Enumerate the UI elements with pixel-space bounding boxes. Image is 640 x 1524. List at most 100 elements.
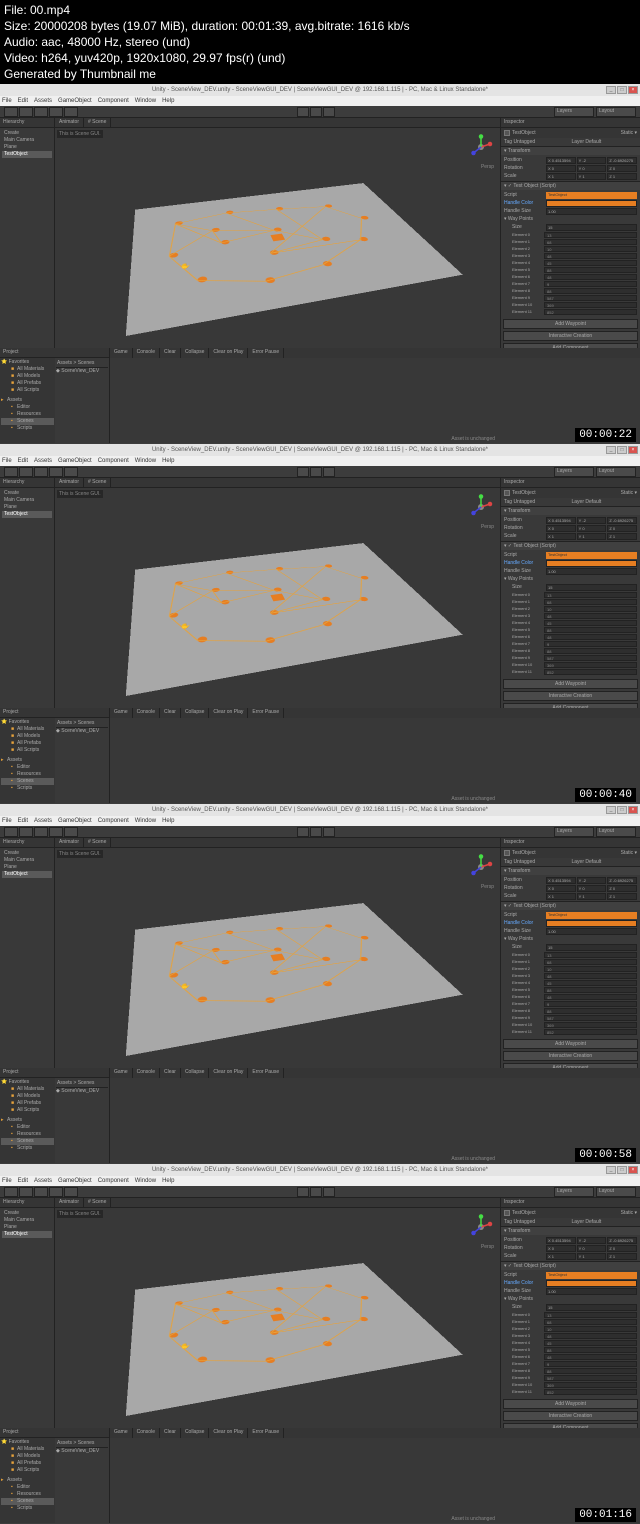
minimize-button[interactable]: _ (606, 86, 616, 94)
console-option[interactable]: Error Pause (248, 348, 284, 358)
interactive-creation-button[interactable]: Interactive Creation (503, 1411, 638, 1421)
menu-item[interactable]: Window (135, 98, 156, 104)
add-waypoint-button[interactable]: Add Waypoint (503, 319, 638, 329)
menu-item[interactable]: Window (135, 818, 156, 824)
favorite-item[interactable]: ■All Models (1, 373, 54, 380)
inspector-tab[interactable]: Inspector (501, 478, 640, 488)
scale-tool[interactable] (49, 827, 63, 837)
scale-field[interactable]: Z 1 (607, 1253, 637, 1260)
assets-folder[interactable]: ▸Assets (1, 1117, 54, 1124)
toolbar-dropdown[interactable]: Layers (554, 107, 594, 117)
play-button[interactable] (297, 107, 309, 117)
menu-item[interactable]: GameObject (58, 458, 92, 464)
rotation-field[interactable]: X 0 (546, 885, 576, 892)
rotation-field[interactable]: X 0 (546, 525, 576, 532)
asset-folder[interactable]: ▪Scenes (1, 1138, 54, 1145)
scene-tab[interactable]: Animator (55, 118, 84, 127)
position-field[interactable]: Z -0.6926275 (607, 157, 637, 164)
script-header[interactable]: ▾ ✓ Test Object (Script) (501, 902, 640, 910)
project-tab[interactable]: Project (0, 348, 109, 358)
layer-dropdown[interactable]: Layer Default (572, 499, 638, 505)
rotate-tool[interactable] (34, 467, 48, 477)
position-field[interactable]: Z -0.6926275 (607, 1237, 637, 1244)
play-button[interactable] (297, 467, 309, 477)
favorite-item[interactable]: ■All Materials (1, 726, 54, 733)
asset-folder[interactable]: ▪Resources (1, 411, 54, 418)
maximize-button[interactable]: □ (617, 86, 627, 94)
asset-folder[interactable]: ▪Scenes (1, 778, 54, 785)
handle-size-field[interactable]: 1.00 (546, 928, 637, 935)
pause-button[interactable] (310, 827, 322, 837)
layer-dropdown[interactable]: Layer Default (572, 1219, 638, 1225)
object-name[interactable]: TestObject (512, 850, 536, 856)
rotation-field[interactable]: Z 0 (607, 165, 637, 172)
favorites-folder[interactable]: ⭐ Favorites (1, 1439, 54, 1446)
scene-tab[interactable]: Animator (55, 1198, 84, 1207)
hierarchy-item[interactable]: TestObject (2, 871, 52, 878)
position-field[interactable]: X 0.4513594 (546, 877, 576, 884)
toolbar-dropdown[interactable]: Layers (554, 467, 594, 477)
hierarchy-item[interactable]: Plane (2, 1224, 52, 1231)
menu-item[interactable]: File (2, 818, 12, 824)
minimize-button[interactable]: _ (606, 446, 616, 454)
console-tab[interactable]: Console (133, 1068, 160, 1078)
favorite-item[interactable]: ■All Scripts (1, 747, 54, 754)
scale-field[interactable]: Y 1 (577, 173, 607, 180)
asset-folder[interactable]: ▪Resources (1, 1131, 54, 1138)
asset-folder[interactable]: ▪Scripts (1, 1505, 54, 1512)
step-button[interactable] (323, 827, 335, 837)
console-option[interactable]: Clear on Play (209, 708, 248, 718)
console-option[interactable]: Error Pause (248, 1068, 284, 1078)
favorites-folder[interactable]: ⭐ Favorites (1, 359, 54, 366)
rect-tool[interactable] (64, 467, 78, 477)
hierarchy-item[interactable]: Plane (2, 864, 52, 871)
position-field[interactable]: Y -2 (577, 517, 607, 524)
favorite-item[interactable]: ■All Prefabs (1, 740, 54, 747)
console-option[interactable]: Clear (160, 1068, 181, 1078)
static-label[interactable]: Static ▾ (621, 850, 637, 856)
rect-tool[interactable] (64, 827, 78, 837)
step-button[interactable] (323, 467, 335, 477)
game-tab[interactable]: Game (110, 1428, 133, 1438)
play-button[interactable] (297, 1187, 309, 1197)
toolbar-dropdown[interactable]: Layers (554, 1187, 594, 1197)
menu-item[interactable]: Help (162, 98, 174, 104)
scene-file[interactable]: ◆ SceneView_DEV (56, 1448, 108, 1454)
menu-item[interactable]: Help (162, 818, 174, 824)
hierarchy-tab[interactable]: Hierarchy (0, 478, 54, 488)
color-field[interactable] (546, 200, 637, 207)
tag-dropdown[interactable]: Tag Untagged (504, 859, 570, 865)
scale-field[interactable]: X 1 (546, 1253, 576, 1260)
menu-item[interactable]: Edit (18, 458, 28, 464)
rect-tool[interactable] (64, 107, 78, 117)
toolbar-dropdown[interactable]: Layout (596, 827, 636, 837)
favorites-folder[interactable]: ⭐ Favorites (1, 1079, 54, 1086)
menu-item[interactable]: Component (98, 98, 129, 104)
static-label[interactable]: Static ▾ (621, 130, 637, 136)
position-field[interactable]: Y -2 (577, 1237, 607, 1244)
pause-button[interactable] (310, 107, 322, 117)
hand-tool[interactable] (4, 827, 18, 837)
scene-file[interactable]: ◆ SceneView_DEV (56, 368, 108, 374)
menu-item[interactable]: Assets (34, 1178, 52, 1184)
favorite-item[interactable]: ■All Models (1, 1093, 54, 1100)
scale-field[interactable]: X 1 (546, 533, 576, 540)
menu-item[interactable]: Edit (18, 1178, 28, 1184)
position-field[interactable]: Z -0.6926275 (607, 877, 637, 884)
scene-file[interactable]: ◆ SceneView_DEV (56, 728, 108, 734)
asset-folder[interactable]: ▪Resources (1, 1491, 54, 1498)
handle-size-field[interactable]: 1.00 (546, 1288, 637, 1295)
rotation-field[interactable]: X 0 (546, 1245, 576, 1252)
assets-folder[interactable]: ▸Assets (1, 1477, 54, 1484)
asset-folder[interactable]: ▪Scripts (1, 785, 54, 792)
menu-item[interactable]: File (2, 458, 12, 464)
add-waypoint-button[interactable]: Add Waypoint (503, 1399, 638, 1409)
layer-dropdown[interactable]: Layer Default (572, 859, 638, 865)
console-option[interactable]: Collapse (181, 1428, 209, 1438)
favorite-item[interactable]: ■All Models (1, 733, 54, 740)
assets-folder[interactable]: ▸Assets (1, 397, 54, 404)
scale-tool[interactable] (49, 1187, 63, 1197)
favorite-item[interactable]: ■All Prefabs (1, 380, 54, 387)
scale-tool[interactable] (49, 467, 63, 477)
tag-dropdown[interactable]: Tag Untagged (504, 139, 570, 145)
